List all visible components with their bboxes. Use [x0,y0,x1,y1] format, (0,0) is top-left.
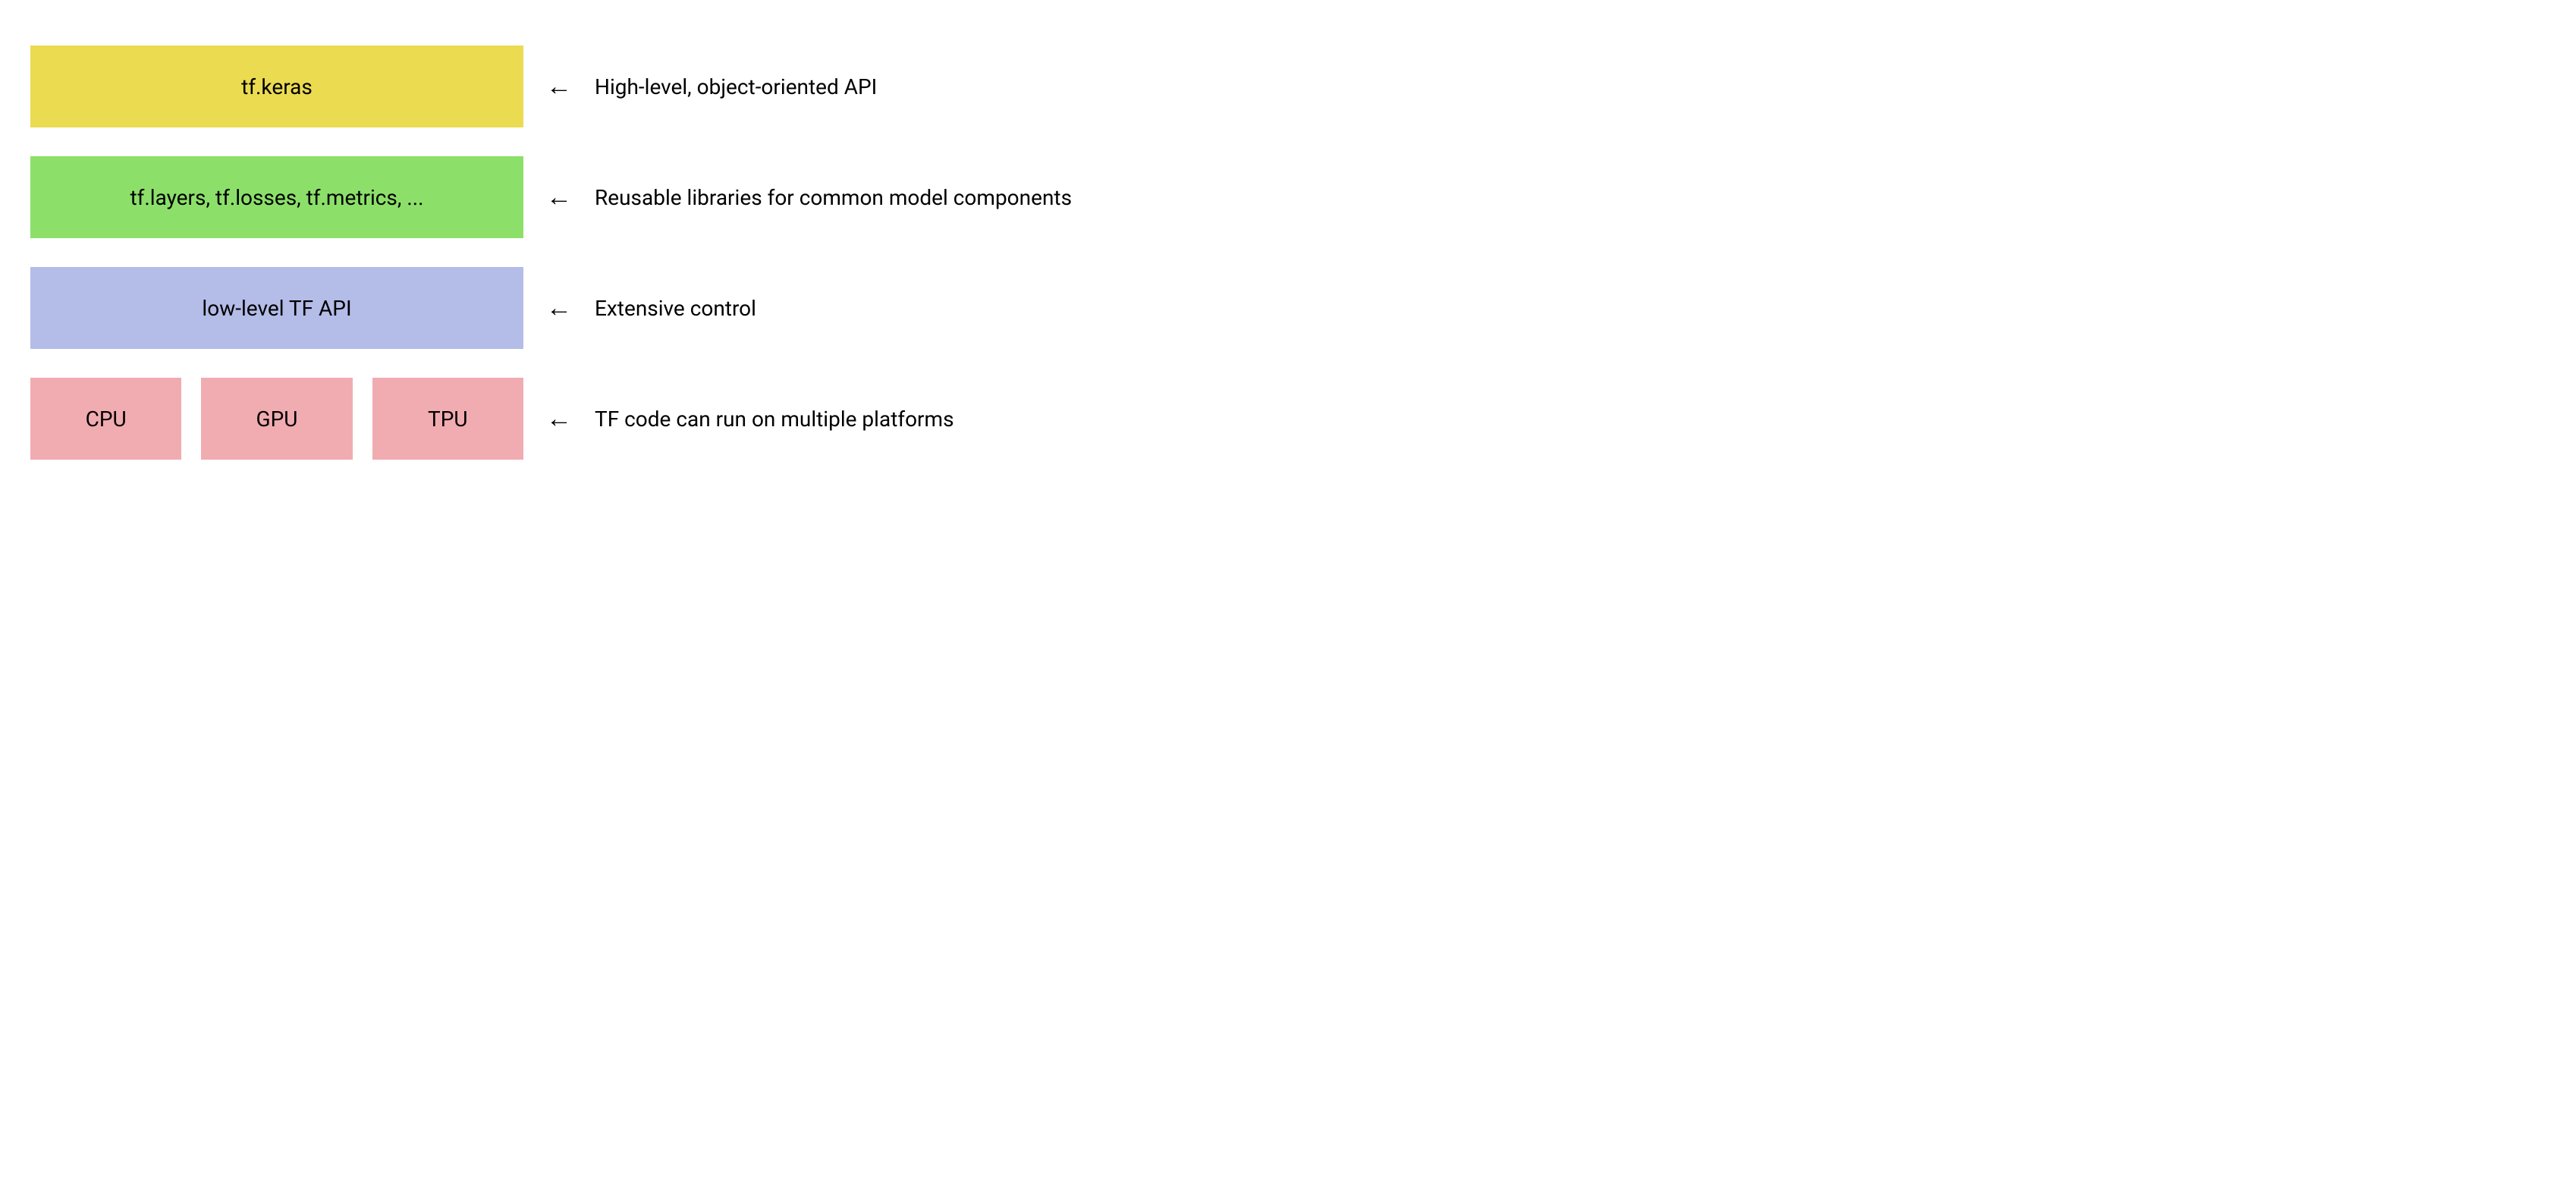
tensorflow-api-hierarchy-diagram: tf.keras ← High-level, object-oriented A… [30,46,1183,460]
arrow-left-icon: ← [546,184,572,210]
layer-label: tf.layers, tf.losses, tf.metrics, ... [130,185,424,210]
platform-label: TPU [428,407,468,432]
platform-label: GPU [256,407,298,432]
layer-row-keras: tf.keras ← High-level, object-oriented A… [30,46,1183,127]
layer-description: Extensive control [595,296,756,321]
layer-description: Reusable libraries for common model comp… [595,185,1072,210]
layer-box-libraries: tf.layers, tf.losses, tf.metrics, ... [30,156,523,238]
arrow-left-icon: ← [546,406,572,432]
layer-description: High-level, object-oriented API [595,74,877,99]
platform-box-cpu: CPU [30,378,181,460]
platform-box-tpu: TPU [372,378,523,460]
arrow-left-icon: ← [546,74,572,99]
platforms-description: TF code can run on multiple platforms [595,407,954,432]
layer-row-libraries: tf.layers, tf.losses, tf.metrics, ... ← … [30,156,1183,238]
layer-row-platforms: CPU GPU TPU ← TF code can run on multipl… [30,378,1183,460]
layer-label: tf.keras [241,74,313,99]
layer-row-lowlevel: low-level TF API ← Extensive control [30,267,1183,349]
layer-label: low-level TF API [202,296,351,321]
platform-box-gpu: GPU [201,378,352,460]
platform-label: CPU [86,407,127,432]
layer-box-lowlevel: low-level TF API [30,267,523,349]
arrow-left-icon: ← [546,295,572,321]
layer-box-keras: tf.keras [30,46,523,127]
